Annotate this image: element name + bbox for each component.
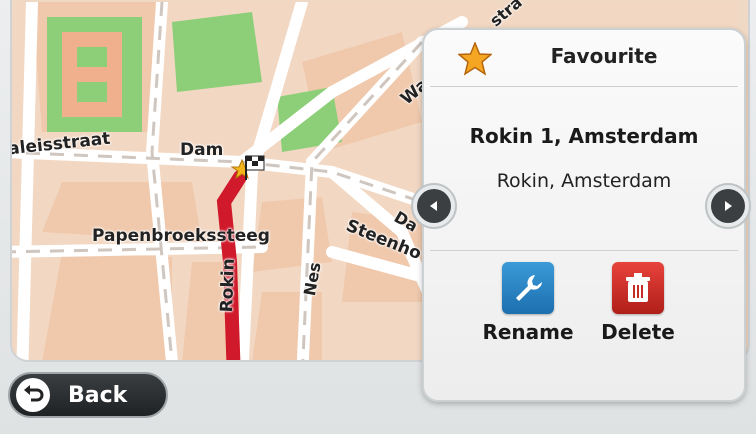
street-label: Rokin bbox=[217, 258, 239, 313]
delete-label: Delete bbox=[601, 320, 675, 344]
back-button[interactable]: Back bbox=[8, 372, 168, 418]
rename-label: Rename bbox=[482, 320, 574, 344]
divider bbox=[430, 250, 738, 251]
favourite-panel: Favourite Rokin 1, Amsterdam Rokin, Amst… bbox=[422, 28, 746, 402]
wrench-icon bbox=[502, 262, 554, 314]
divider bbox=[430, 86, 738, 87]
trash-icon bbox=[612, 262, 664, 314]
rename-button[interactable]: Rename bbox=[478, 262, 578, 344]
next-button[interactable] bbox=[705, 183, 751, 229]
previous-button[interactable] bbox=[411, 183, 457, 229]
address-line-1: Rokin 1, Amsterdam bbox=[469, 124, 699, 148]
back-arrow-icon bbox=[16, 378, 50, 412]
delete-button[interactable]: Delete bbox=[588, 262, 688, 344]
street-label: Papenbroekssteeg bbox=[92, 226, 270, 246]
back-label: Back bbox=[68, 382, 128, 408]
chevron-left-icon bbox=[417, 189, 451, 223]
screen: aleisstraat Dam Papenbroekssteeg Rokin N… bbox=[0, 0, 756, 434]
panel-title: Favourite bbox=[550, 44, 658, 68]
address-line-2: Rokin, Amsterdam bbox=[496, 170, 672, 192]
chevron-right-icon bbox=[711, 189, 745, 223]
street-label: Dam bbox=[180, 140, 224, 160]
